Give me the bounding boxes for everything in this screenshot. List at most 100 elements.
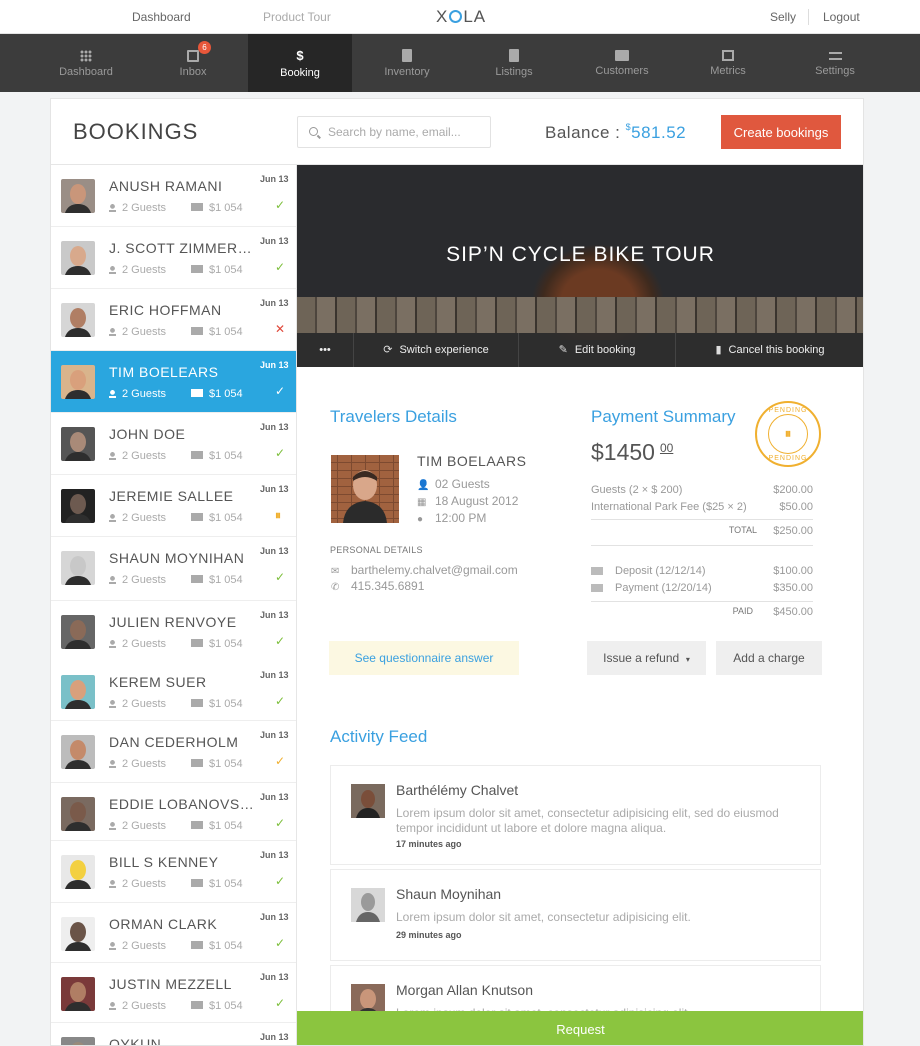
booking-status-icon: ✓ xyxy=(275,754,286,768)
payment-heading: Payment Summary xyxy=(591,407,736,426)
booking-date: Jun 13 xyxy=(260,360,289,370)
booking-row[interactable]: ORMAN CLARK Jun 13 2 Guests $1 054 ✓ xyxy=(51,903,296,963)
nav-item-settings[interactable]: Settings xyxy=(783,34,887,92)
booking-price: $1 054 xyxy=(209,638,243,650)
credit-card-icon xyxy=(191,265,203,273)
booking-price-wrap: $1 054 xyxy=(191,1000,243,1012)
credit-card-icon xyxy=(191,821,203,829)
booking-row[interactable]: BILL S KENNEY Jun 13 2 Guests $1 054 ✓ xyxy=(51,841,296,903)
xola-logo[interactable]: X LA xyxy=(436,7,486,27)
booking-row[interactable]: KEREM SUER Jun 13 2 Guests $1 054 ✓ xyxy=(51,661,296,721)
cash-icon xyxy=(591,584,603,592)
trash-icon: ▮ xyxy=(715,344,722,356)
booking-price-wrap: $1 054 xyxy=(191,574,243,586)
booking-date: Jun 13 xyxy=(260,546,289,556)
booking-row[interactable]: JUSTIN MEZZELL Jun 13 2 Guests $1 054 ✓ xyxy=(51,963,296,1023)
booking-meta: 2 Guests $1 054 xyxy=(109,326,243,338)
booking-row[interactable]: EDDIE LOBANOVSKIY Jun 13 2 Guests $1 054 ✓ xyxy=(51,783,296,841)
booking-row[interactable]: SHAUN MOYNIHAN Jun 13 2 Guests $1 054 ✓ xyxy=(51,537,296,601)
booking-price: $1 054 xyxy=(209,450,243,462)
envelope-icon: ✉ xyxy=(331,566,340,577)
booking-row[interactable]: TIM BOELEARS Jun 13 2 Guests $1 054 ✓ xyxy=(51,351,296,413)
booking-row[interactable]: JULIEN RENVOYE Jun 13 2 Guests $1 054 ✓ xyxy=(51,601,296,663)
date-text: 18 August 2012 xyxy=(435,494,519,508)
search-box[interactable] xyxy=(297,116,491,148)
questionnaire-button[interactable]: See questionnaire answer xyxy=(329,641,519,675)
edit-booking-button[interactable]: ✎ Edit booking xyxy=(518,333,675,367)
booking-meta: 2 Guests $1 054 xyxy=(109,264,243,276)
issue-refund-button[interactable]: Issue a refund ▾ xyxy=(587,641,706,675)
booking-row[interactable]: OYKUN Jun 13 xyxy=(51,1023,296,1045)
booking-price-wrap: $1 054 xyxy=(191,878,243,890)
booking-price-wrap: $1 054 xyxy=(191,512,243,524)
booking-date: Jun 13 xyxy=(260,1032,289,1042)
product-tour-link[interactable]: Product Tour xyxy=(263,10,331,24)
switch-experience-button[interactable]: ⟳ Switch experience xyxy=(353,333,518,367)
nav-item-booking[interactable]: $ Booking xyxy=(248,34,352,92)
booking-price: $1 054 xyxy=(209,264,243,276)
avatar-image xyxy=(61,303,95,337)
nav-item-listings[interactable]: Listings xyxy=(462,34,566,92)
avatar xyxy=(351,888,385,922)
booking-guests: 2 Guests xyxy=(122,878,167,890)
divider xyxy=(591,601,813,602)
search-input[interactable] xyxy=(328,124,478,140)
inbox-count-badge: 6 xyxy=(198,41,211,54)
feed-author[interactable]: Morgan Allan Knutson xyxy=(396,982,533,998)
experience-title: SIP’N CYCLE BIKE TOUR xyxy=(446,243,715,266)
avatar-image xyxy=(61,489,95,523)
add-charge-button[interactable]: Add a charge xyxy=(716,641,822,675)
booking-row[interactable]: JOHN DOE Jun 13 2 Guests $1 054 ✓ xyxy=(51,413,296,475)
main-nav: Dashboard 6 Inbox $ Booking Inventory Li… xyxy=(0,34,920,92)
traveler-email[interactable]: ✉ barthelemy.chalvet@gmail.com xyxy=(331,563,518,577)
booking-row[interactable]: J. SCOTT ZIMMERMAN Jun 13 2 Guests $1 054 ✓ xyxy=(51,227,296,289)
feed-author[interactable]: Barthélémy Chalvet xyxy=(396,782,518,798)
booking-date: Jun 13 xyxy=(260,850,289,860)
nav-item-dashboard[interactable]: Dashboard xyxy=(34,34,138,92)
request-button[interactable]: Request xyxy=(297,1011,863,1045)
avatar xyxy=(61,977,95,1011)
logout-link[interactable]: Logout xyxy=(823,10,860,24)
payment-line: Guests (2 × $ 200) $200.00 xyxy=(591,484,813,496)
booking-status-icon: ✓ xyxy=(275,446,286,460)
traveler-phone[interactable]: ✆ 415.345.6891 xyxy=(331,579,424,593)
person-icon xyxy=(109,822,116,830)
nav-item-inbox[interactable]: 6 Inbox xyxy=(141,34,245,92)
nav-label: Settings xyxy=(815,65,855,77)
nav-item-metrics[interactable]: Metrics xyxy=(676,34,780,92)
booking-price: $1 054 xyxy=(209,758,243,770)
balance-amount: 581.52 xyxy=(631,123,687,142)
booking-price: $1 054 xyxy=(209,698,243,710)
total-value: $250.00 xyxy=(773,525,813,537)
create-bookings-button[interactable]: Create bookings xyxy=(721,115,841,149)
nav-label: Metrics xyxy=(710,65,746,77)
booking-status-icon: ✓ xyxy=(275,260,286,274)
nav-label: Dashboard xyxy=(59,66,113,78)
booking-price: $1 054 xyxy=(209,388,243,400)
nav-item-customers[interactable]: Customers xyxy=(570,34,674,92)
booking-row[interactable]: ERIC HOFFMAN Jun 13 2 Guests $1 054 ✕ xyxy=(51,289,296,351)
cancel-booking-button[interactable]: ▮ Cancel this booking xyxy=(675,333,863,367)
refresh-icon: ⟳ xyxy=(383,344,393,356)
nav-label: Customers xyxy=(595,65,649,77)
booking-meta: 2 Guests $1 054 xyxy=(109,574,243,586)
total-label: TOTAL xyxy=(728,525,757,535)
booking-row[interactable]: ANUSH RAMANI Jun 13 2 Guests $1 054 ✓ xyxy=(51,165,296,227)
bookings-panel: BOOKINGS Balance : $581.52 Create bookin… xyxy=(50,98,864,1046)
travelers-heading: Travelers Details xyxy=(330,407,457,426)
credit-card-icon xyxy=(191,389,203,397)
booking-row[interactable]: DAN CEDERHOLM Jun 13 2 Guests $1 054 ✓ xyxy=(51,721,296,783)
booking-date: Jun 13 xyxy=(260,610,289,620)
booking-status-icon: ⏸ xyxy=(275,508,282,522)
person-icon xyxy=(109,204,116,212)
booking-price: $1 054 xyxy=(209,878,243,890)
avatar-image xyxy=(61,1037,95,1045)
switch-label: Switch experience xyxy=(399,344,489,356)
feed-author[interactable]: Shaun Moynihan xyxy=(396,886,501,902)
booking-guests: 2 Guests xyxy=(122,638,167,650)
dashboard-link[interactable]: Dashboard xyxy=(132,10,191,24)
booking-row[interactable]: JEREMIE SALLEE Jun 13 2 Guests $1 054 ⏸ xyxy=(51,475,296,537)
more-button[interactable]: ••• xyxy=(297,333,353,367)
user-name[interactable]: Selly xyxy=(770,10,796,24)
nav-item-inventory[interactable]: Inventory xyxy=(355,34,459,92)
